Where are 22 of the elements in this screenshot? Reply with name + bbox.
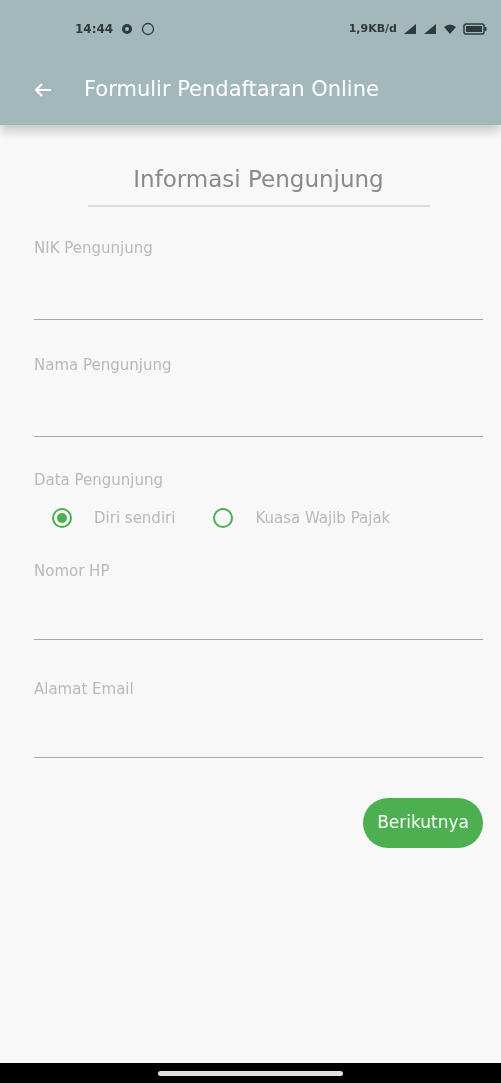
field-label: Alamat Email [34,678,134,700]
field-label: NIK Pengunjung [34,237,153,259]
radio-group-label: Data Pengunjung [34,469,164,491]
back-arrow-icon [34,81,52,98]
network-speed: 1,9KB/d [348,20,397,37]
radio-label: Diri sendiri [94,508,176,529]
radio-button[interactable] [52,508,72,529]
status-time: 14:44 [75,21,114,38]
radio-label: Kuasa Wajib Pajak [255,508,391,529]
home-indicator[interactable] [158,1070,343,1076]
signal-icon [403,23,417,35]
field-label: Nama Pengunjung [34,354,172,376]
gear-icon [121,23,134,35]
wifi-icon [443,23,457,35]
radio-button[interactable] [213,508,234,529]
signal-icon [423,23,437,35]
battery-icon [463,23,487,35]
next-button[interactable]: Berikutnya [363,797,483,848]
field-label: Nomor HP [34,560,110,582]
back-button[interactable] [34,81,52,98]
section-title: Informasi Pengunjung [133,165,384,194]
app-bar-title: Formulir Pendaftaran Online [84,75,379,103]
